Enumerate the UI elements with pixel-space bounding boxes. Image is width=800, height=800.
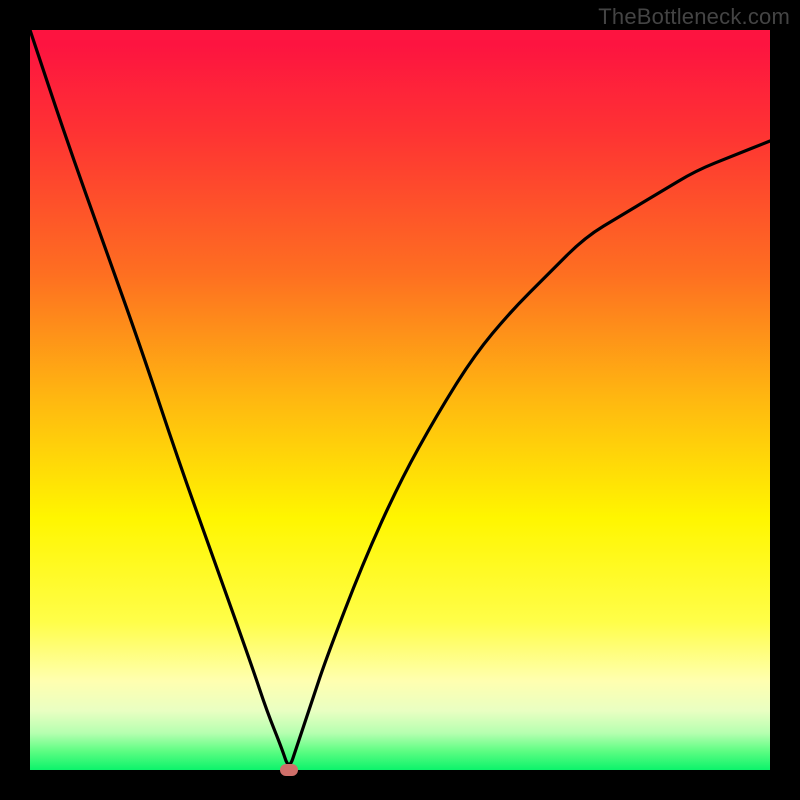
plot-area <box>30 30 770 770</box>
optimal-point-marker <box>280 764 298 776</box>
chart-stage: TheBottleneck.com <box>0 0 800 800</box>
watermark-text: TheBottleneck.com <box>598 4 790 30</box>
bottleneck-curve <box>30 30 770 770</box>
